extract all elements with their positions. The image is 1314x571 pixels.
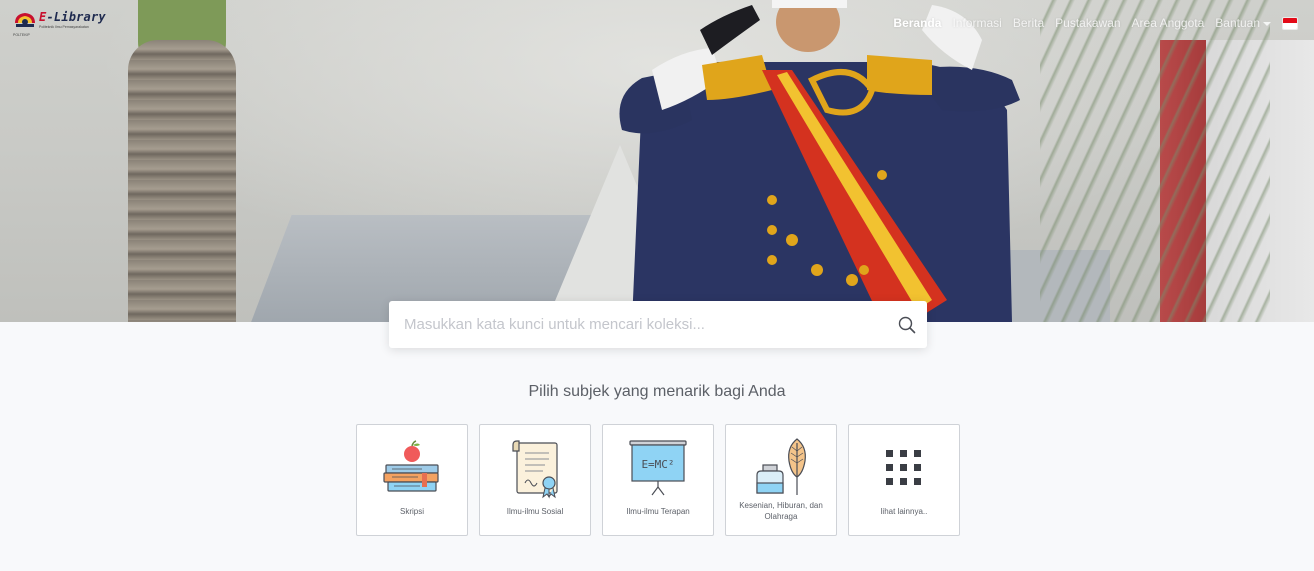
books-apple-icon	[357, 435, 467, 501]
subject-card-ilmu-sosial[interactable]: Ilmu-ilmu Sosial	[479, 424, 591, 536]
brand-title: E-Library	[39, 10, 106, 24]
subject-card-label: lihat lainnya..	[880, 506, 928, 516]
search-box	[389, 301, 927, 348]
hero-saluting-cadet	[619, 0, 1020, 322]
emc2-board-icon: E=MC²	[603, 435, 713, 501]
nav-item-area-anggota[interactable]: Area Anggota	[1132, 16, 1205, 30]
subject-card-skripsi[interactable]: Skripsi	[356, 424, 468, 536]
hero-palm-trunk	[128, 40, 236, 322]
subject-card-ilmu-terapan[interactable]: E=MC² Ilmu-ilmu Terapan	[602, 424, 714, 536]
top-navbar: POLTEKIP E-Library Politeknik Ilmu Pemas…	[0, 0, 1314, 46]
brand-subtitle: Politeknik Ilmu Pemasyarakatan	[39, 25, 89, 29]
nav-item-pustakawan[interactable]: Pustakawan	[1055, 16, 1120, 30]
caret-down-icon	[1263, 21, 1271, 26]
subject-card-label: Ilmu-ilmu Sosial	[506, 506, 564, 516]
search-input[interactable]	[389, 301, 887, 348]
subject-card-label: Skripsi	[399, 506, 424, 516]
nav-item-beranda[interactable]: Beranda	[893, 16, 941, 30]
main-nav: Beranda Informasi Berita Pustakawan Area…	[893, 0, 1314, 46]
ink-quill-icon	[726, 435, 836, 501]
hero-banner	[0, 0, 1314, 322]
svg-text:E=MC²: E=MC²	[641, 458, 674, 471]
brand-emblem-icon: POLTEKIP	[13, 11, 37, 37]
nav-item-bantuan-dropdown[interactable]: Bantuan	[1215, 16, 1271, 30]
nav-item-informasi[interactable]: Informasi	[952, 16, 1001, 30]
brand-caption: POLTEKIP	[13, 33, 30, 37]
nav-item-berita[interactable]: Berita	[1013, 16, 1044, 30]
search-icon[interactable]	[887, 301, 927, 348]
certificate-scroll-icon	[480, 435, 590, 501]
subject-card-lihat-lainnya[interactable]: lihat lainnya..	[848, 424, 960, 536]
grid-dots-icon	[849, 435, 959, 501]
indonesia-flag-icon[interactable]	[1283, 17, 1297, 29]
subject-card-kesenian[interactable]: Kesenian, Hiburan, dan Olahraga	[725, 424, 837, 536]
subject-card-label: Ilmu-ilmu Terapan	[626, 506, 690, 516]
nav-item-bantuan-label: Bantuan	[1215, 16, 1260, 30]
brand-logo[interactable]: POLTEKIP E-Library Politeknik Ilmu Pemas…	[13, 10, 106, 38]
subject-cards: Skripsi Ilmu-ilmu Sosial E=MC² Ilmu-ilmu…	[356, 424, 960, 536]
subject-card-label: Kesenian, Hiburan, dan Olahraga	[739, 501, 823, 521]
hero-palm-leaves	[1040, 0, 1270, 322]
subjects-title: Pilih subjek yang menarik bagi Anda	[528, 383, 786, 400]
